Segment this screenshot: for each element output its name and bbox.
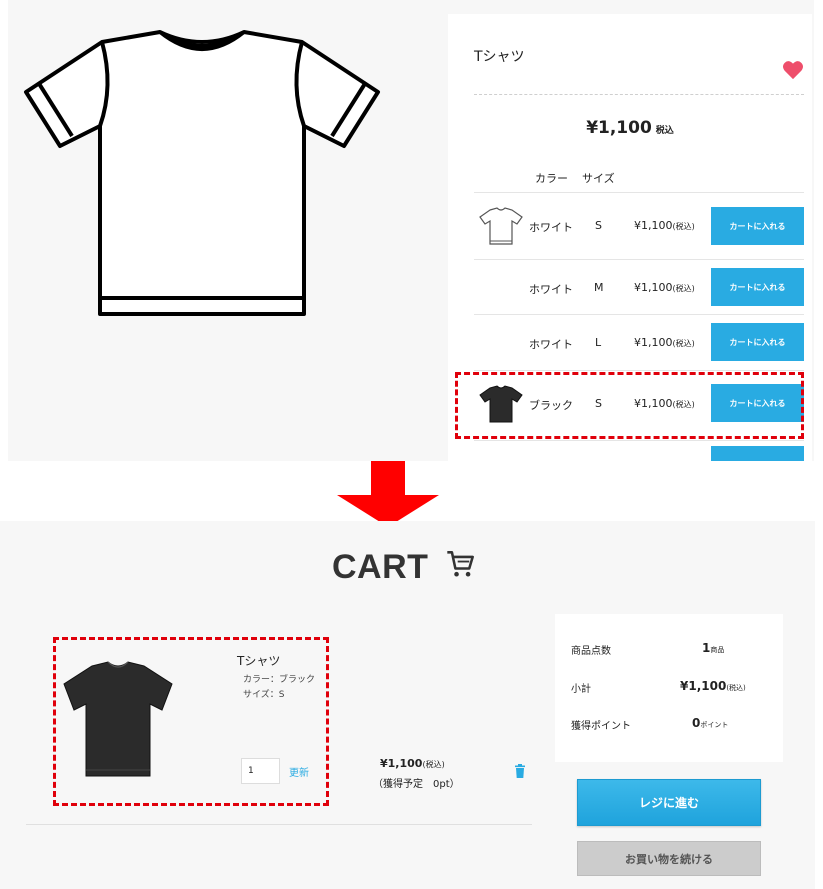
row-divider [474,192,804,193]
item-count-label: 商品点数 [571,646,611,657]
white-tshirt-image [24,30,380,316]
variant-price: ¥1,100(税込) [634,336,695,349]
continue-shopping-button[interactable]: お買い物を続ける [577,841,761,876]
add-to-cart-button[interactable]: カートに入れる [711,323,804,361]
item-count-value: 1商品 [702,641,725,655]
trash-icon[interactable] [514,764,526,778]
points-value: 0ポイント [692,716,729,730]
add-to-cart-button[interactable]: カートに入れる [711,207,804,245]
variant-price: ¥1,100(税込) [634,219,695,232]
variant-price: ¥1,100(税込) [634,281,695,294]
variant-size: S [595,219,602,232]
heart-icon[interactable] [782,60,804,80]
tax-label: 税込 [655,126,674,136]
subtotal-value: ¥1,100(税込) [680,679,746,693]
color-header: カラー [535,172,568,185]
cart-item-price: ¥1,100(税込) [380,757,445,770]
cart-icon [447,551,474,577]
product-price: ¥1,100 税込 [448,118,812,138]
add-to-cart-button[interactable] [711,446,804,461]
cart-item-highlight [53,637,329,806]
row-divider [474,259,804,260]
variant-color: ホワイト [529,338,573,351]
variant-size: L [595,336,602,349]
white-tshirt-icon [479,207,523,245]
add-to-cart-button[interactable]: カートに入れる [711,268,804,306]
row-divider [474,370,804,371]
cart-divider [26,824,532,825]
variant-color: ホワイト [529,283,573,296]
size-header: サイズ [582,172,615,185]
variant-color: ホワイト [529,221,573,234]
subtotal-label: 小計 [571,684,591,695]
down-arrow-icon [337,461,439,527]
divider [474,94,804,95]
variant-size: M [594,281,604,294]
price-value: ¥1,100 [586,118,652,138]
checkout-button[interactable]: レジに進む [577,779,761,826]
product-name: Tシャツ [474,49,525,65]
cart-title: CART [332,548,429,586]
row-divider [474,440,804,441]
order-summary: 商品点数 1商品 小計 ¥1,100(税込) 獲得ポイント 0ポイント [555,614,783,762]
selected-variant-highlight [455,372,804,439]
row-divider [474,314,804,315]
cart-item-points: （獲得予定 0pt） [373,779,460,790]
points-label: 獲得ポイント [571,721,631,732]
